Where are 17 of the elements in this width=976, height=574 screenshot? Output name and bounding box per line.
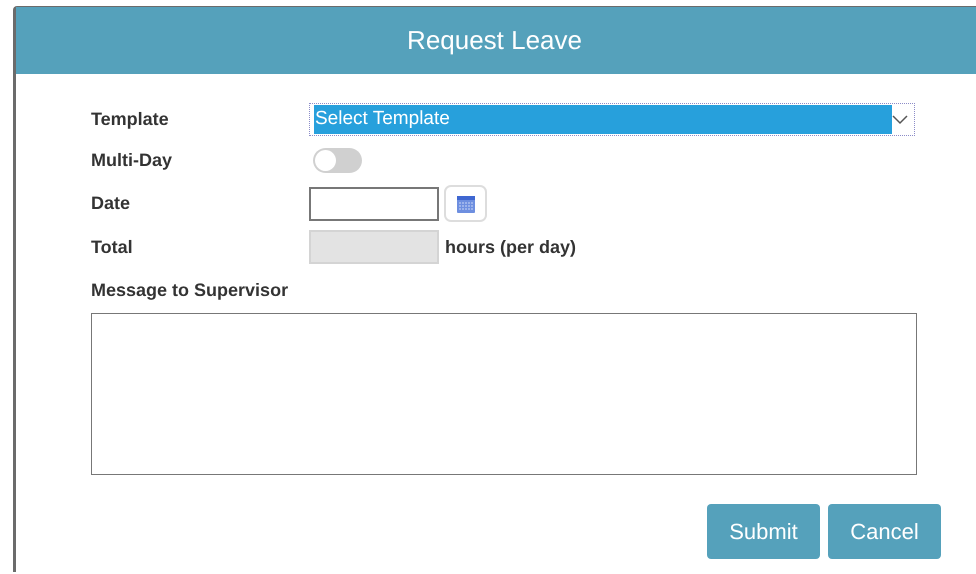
multi-day-toggle[interactable]: [313, 148, 362, 173]
field-label: Multi-Day: [91, 149, 173, 172]
field-label: Message to Supervisor: [91, 279, 290, 302]
calendar-icon: [456, 194, 476, 214]
template-select[interactable]: Select Template: [309, 103, 915, 136]
field-label: Total: [91, 236, 134, 258]
chevron-down-icon: [892, 114, 908, 124]
field-label: Date: [91, 192, 132, 215]
message-textarea[interactable]: [91, 313, 917, 475]
dialog-button[interactable]: Submit: [707, 504, 820, 559]
calendar-button[interactable]: [444, 185, 487, 222]
dialog-button[interactable]: Cancel: [828, 504, 941, 559]
select-value: Select Template: [314, 105, 892, 134]
field-label: Template: [91, 108, 170, 131]
date-input[interactable]: [309, 186, 439, 220]
dialog-title: Request Leave: [407, 24, 582, 57]
unit-label: hours (per day): [445, 236, 576, 259]
